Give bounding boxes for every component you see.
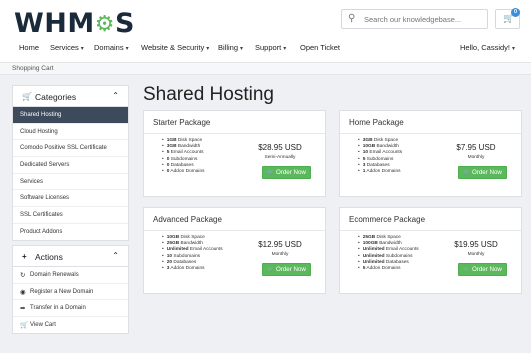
product-card-home: Home Package 3GB Disk Space 10GB Bandwid… <box>339 110 522 197</box>
product-price: $28.95 USD <box>258 143 302 152</box>
cart-button[interactable]: 🛒 0 <box>495 8 520 29</box>
share-icon: ➦ <box>20 305 26 313</box>
breadcrumb: Shopping Cart <box>0 62 531 75</box>
feature-item: 0 Addon Domains <box>162 169 205 175</box>
search-input[interactable] <box>364 12 484 26</box>
logo-gear-icon: ⚙ <box>94 12 115 37</box>
nav-user-menu[interactable]: Hello, Cassidy! ▾ <box>460 43 515 52</box>
categories-title: Categories <box>35 92 77 102</box>
plus-icon: + <box>22 252 27 261</box>
divider <box>340 230 521 231</box>
nav-support[interactable]: Support ▾ <box>255 43 286 52</box>
divider <box>144 230 325 231</box>
divider <box>340 133 521 134</box>
cart-icon: 🛒 <box>267 170 274 176</box>
feature-list: 1GB Disk Space 3GB Bandwidth 5 Email Acc… <box>162 138 205 175</box>
feature-list: 25GB Disk Space 100GB Bandwidth Unlimite… <box>358 235 419 272</box>
sidebar-item-dedicated-servers[interactable]: Dedicated Servers <box>13 157 128 174</box>
header: WHM⚙S ⚲ 🛒 0 Home Services▾ Domains▾ Webs… <box>0 0 531 62</box>
product-price: $19.95 USD <box>454 240 498 249</box>
sidebar-item-product-addons[interactable]: Product Addons <box>13 224 128 241</box>
whmcs-logo[interactable]: WHM⚙S <box>14 8 135 39</box>
cart-icon: 🛒 <box>22 92 32 101</box>
product-name: Home Package <box>349 118 404 127</box>
product-card-advanced: Advanced Package 10GB Disk Space 25GB Ba… <box>143 207 326 294</box>
refresh-icon: ↻ <box>20 272 26 279</box>
sidebar-item-cloud-hosting[interactable]: Cloud Hosting <box>13 124 128 141</box>
actions-title: Actions <box>35 252 63 262</box>
divider <box>144 133 325 134</box>
product-name: Advanced Package <box>153 215 222 224</box>
product-card-starter: Starter Package 1GB Disk Space 3GB Bandw… <box>143 110 326 197</box>
chevron-up-icon[interactable]: ⌃ <box>112 91 119 100</box>
billing-cycle: Monthly <box>467 155 485 160</box>
logo-text-suffix: S <box>114 8 135 39</box>
feature-item: 1 Addon Domains <box>358 169 402 175</box>
logo-text: WHM <box>14 8 95 39</box>
billing-cycle: Monthly <box>271 252 289 257</box>
page-title: Shared Hosting <box>143 84 274 105</box>
cart-count-badge: 0 <box>511 8 520 17</box>
sidebar-item-comodo-ssl[interactable]: Comodo Positive SSL Certificate <box>13 140 128 158</box>
nav-open-ticket[interactable]: Open Ticket <box>300 43 340 52</box>
search-box: ⚲ <box>341 9 488 29</box>
globe-icon: ◉ <box>20 288 26 296</box>
caret-down-icon: ▾ <box>80 46 84 52</box>
cart-icon: 🛒 <box>267 267 274 273</box>
feature-list: 10GB Disk Space 25GB Bandwidth Unlimited… <box>162 235 223 272</box>
search-icon: ⚲ <box>348 13 356 24</box>
product-price: $12.95 USD <box>258 240 302 249</box>
caret-down-icon: ▾ <box>512 46 516 52</box>
product-name: Ecommerce Package <box>349 215 426 224</box>
billing-cycle: Semi-Annually <box>264 155 296 160</box>
product-card-ecommerce: Ecommerce Package 25GB Disk Space 100GB … <box>339 207 522 294</box>
caret-down-icon: ▾ <box>240 46 244 52</box>
categories-panel: 🛒 Categories ⌃ Shared Hosting Cloud Host… <box>12 85 129 241</box>
nav-services[interactable]: Services ▾ <box>50 43 84 52</box>
feature-list: 3GB Disk Space 10GB Bandwidth 10 Email A… <box>358 138 402 175</box>
product-name: Starter Package <box>153 118 211 127</box>
sidebar-item-shared-hosting[interactable]: Shared Hosting <box>13 107 128 124</box>
nav-billing[interactable]: Billing ▾ <box>218 43 243 52</box>
nav-home[interactable]: Home <box>19 43 39 52</box>
order-now-button[interactable]: 🛒 Order Now <box>262 263 311 276</box>
cart-icon: 🛒 <box>463 170 470 176</box>
sidebar-item-domain-renewals[interactable]: ↻ Domain Renewals <box>13 267 128 284</box>
sidebar-item-ssl-certificates[interactable]: SSL Certificates <box>13 207 128 224</box>
product-price: $7.95 USD <box>456 143 496 152</box>
chevron-up-icon[interactable]: ⌃ <box>112 251 119 260</box>
nav-domains[interactable]: Domains ▾ <box>94 43 129 52</box>
order-now-button[interactable]: 🛒 Order Now <box>458 263 507 276</box>
feature-item: 3 Addon Domains <box>162 266 223 272</box>
nav-website-security[interactable]: Website & Security ▾ <box>141 43 209 52</box>
caret-down-icon: ▾ <box>206 46 210 52</box>
sidebar-item-register-domain[interactable]: ◉ Register a New Domain <box>13 284 128 301</box>
caret-down-icon: ▾ <box>283 46 287 52</box>
sidebar-item-transfer-domain[interactable]: ➦ Transfer in a Domain <box>13 300 128 318</box>
main-nav: Home Services ▾ Domains ▾ Website & Securi… <box>0 43 531 57</box>
billing-cycle: Monthly <box>467 252 485 257</box>
order-now-button[interactable]: 🛒 Order Now <box>458 166 507 179</box>
cart-icon: 🛒 <box>20 322 29 330</box>
sidebar-item-software-licenses[interactable]: Software Licenses <box>13 190 128 208</box>
cart-icon: 🛒 <box>463 267 470 273</box>
sidebar-item-view-cart[interactable]: 🛒 View Cart <box>13 317 128 334</box>
caret-down-icon: ▾ <box>125 46 129 52</box>
actions-panel-header[interactable]: + Actions ⌃ <box>13 246 128 267</box>
actions-panel: + Actions ⌃ ↻ Domain Renewals ◉ Register a… <box>12 245 129 334</box>
sidebar-item-services[interactable]: Services <box>13 174 128 191</box>
order-now-button[interactable]: 🛒 Order Now <box>262 166 311 179</box>
categories-panel-header[interactable]: 🛒 Categories ⌃ <box>13 86 128 107</box>
breadcrumb-current: Shopping Cart <box>12 65 54 72</box>
feature-item: 5 Addon Domains <box>358 266 419 272</box>
